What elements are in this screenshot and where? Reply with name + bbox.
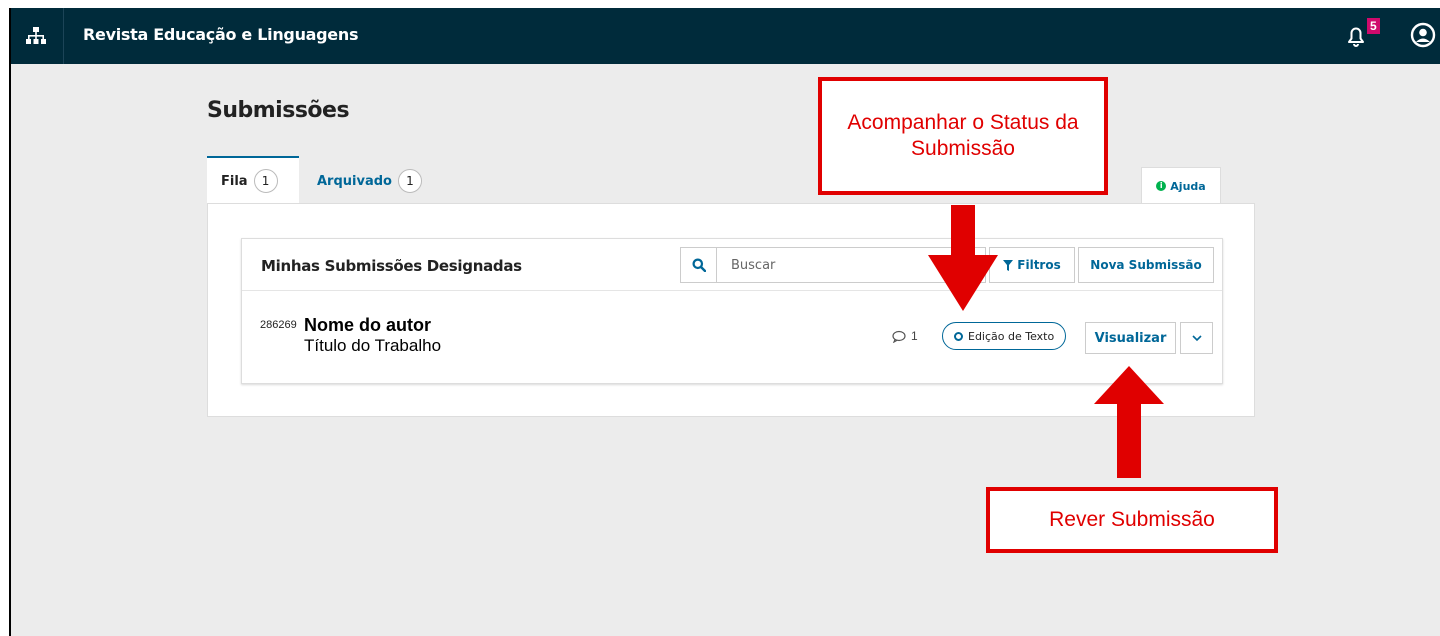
search-button[interactable]: [681, 248, 717, 282]
arrow-down-icon: [928, 205, 998, 311]
review-callout: Rever Submissão: [986, 487, 1278, 553]
list-title: Minhas Submissões Designadas: [261, 257, 522, 275]
filter-icon: [1003, 259, 1014, 271]
tab-label: Arquivado: [317, 173, 392, 189]
list-header: Minhas Submissões Designadas Filtros Nov…: [242, 239, 1222, 291]
new-submission-button[interactable]: Nova Submissão: [1078, 247, 1214, 283]
comments-count: 1: [892, 329, 918, 343]
sitemap-icon[interactable]: [25, 26, 47, 46]
journal-name[interactable]: Revista Educação e Linguagens: [83, 25, 358, 44]
comments-value: 1: [911, 329, 918, 343]
tab-fila[interactable]: Fila 1: [207, 156, 299, 204]
status-dot: [954, 331, 963, 341]
tab-label: Fila: [221, 173, 248, 189]
tab-arquivado[interactable]: Arquivado 1: [317, 158, 422, 204]
help-button[interactable]: i Ajuda: [1141, 167, 1221, 204]
chevron-down-icon: [1191, 334, 1202, 341]
status-callout: Acompanhar o Status da Submissão: [818, 77, 1108, 195]
list-item: 286269 Nome do autor Título do Trabalho …: [242, 291, 1222, 383]
comment-icon: [892, 330, 906, 343]
submission-id: 286269: [260, 319, 297, 331]
submission-author: Nome do autor: [304, 315, 432, 335]
info-icon: i: [1156, 181, 1167, 191]
view-button[interactable]: Visualizar: [1085, 322, 1176, 354]
filters-button[interactable]: Filtros: [989, 247, 1075, 283]
arrow-up-icon: [1094, 366, 1164, 478]
tab-count: 1: [397, 169, 422, 193]
filters-label: Filtros: [1017, 258, 1061, 272]
notification-badge: 5: [1367, 18, 1380, 34]
help-label: Ajuda: [1170, 179, 1206, 193]
submission-title: Título do Trabalho: [304, 336, 442, 355]
submissions-list: Minhas Submissões Designadas Filtros Nov…: [241, 238, 1223, 384]
status-badge[interactable]: Edição de Texto: [942, 322, 1067, 350]
expand-button[interactable]: [1180, 322, 1213, 354]
user-circle-icon[interactable]: [1410, 22, 1436, 48]
tab-count: 1: [253, 169, 278, 193]
divider: [63, 8, 64, 64]
search-icon: [692, 258, 706, 272]
page-title: Submissões: [207, 98, 350, 123]
top-bar: Revista Educação e Linguagens 5: [11, 8, 1440, 64]
status-label: Edição de Texto: [968, 329, 1055, 343]
